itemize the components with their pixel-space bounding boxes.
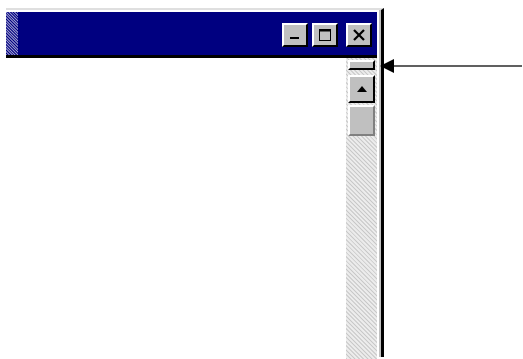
- minimize-button[interactable]: [282, 23, 308, 47]
- scroll-thumb[interactable]: [348, 105, 375, 136]
- title-bar-border: [6, 55, 377, 58]
- maximize-icon: [319, 29, 331, 41]
- split-box[interactable]: [348, 60, 375, 70]
- title-bar-gradient-edge: [6, 12, 18, 55]
- callout-arrow: [380, 59, 522, 73]
- scroll-up-button[interactable]: [348, 75, 375, 103]
- close-icon: [353, 29, 365, 41]
- title-bar[interactable]: [6, 12, 377, 55]
- vertical-scrollbar[interactable]: [346, 58, 377, 359]
- window: [6, 8, 384, 359]
- up-arrow-icon: [356, 86, 367, 92]
- close-button[interactable]: [346, 23, 372, 47]
- minimize-icon: [290, 37, 299, 39]
- maximize-button[interactable]: [312, 23, 338, 47]
